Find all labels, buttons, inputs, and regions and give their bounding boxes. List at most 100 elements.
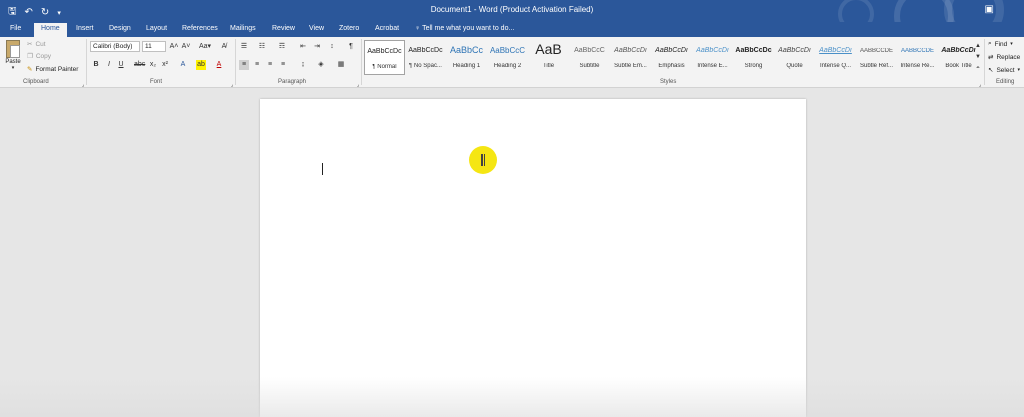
font-size-select[interactable]: 11 <box>142 41 166 52</box>
find-button[interactable]: ⌕ Find ▾ <box>988 40 1013 48</box>
tab-view[interactable]: View <box>309 24 324 33</box>
style-name: Intense Re... <box>900 63 935 69</box>
style-sample: AaBbCcDı <box>778 47 811 54</box>
underline-icon[interactable]: U <box>116 60 126 70</box>
multilevel-list-icon[interactable]: ☶ <box>277 42 287 52</box>
style-heading-2[interactable]: AaBbCcC Heading 2 <box>487 40 528 75</box>
style-sample: AaBbCcDı <box>614 47 647 54</box>
align-center-icon[interactable]: ≡ <box>252 60 262 70</box>
style-quote[interactable]: AaBbCcDı Quote <box>774 40 815 75</box>
style-subtle-emphasis[interactable]: AaBbCcDı Subtle Em... <box>610 40 651 75</box>
clear-formatting-icon[interactable]: A̸ <box>219 42 229 52</box>
search-icon: ⌕ <box>988 40 992 47</box>
decrease-indent-icon[interactable]: ⇤ <box>298 42 308 52</box>
style-title[interactable]: AaB Title <box>528 40 569 75</box>
style-name: Strong <box>744 63 763 69</box>
select-label: Select <box>996 66 1015 74</box>
ibeam-cursor-icon <box>481 154 485 166</box>
style-name: Subtle Ref... <box>859 63 894 69</box>
cut-button[interactable]: ✂ Cut <box>27 40 46 49</box>
font-family-select[interactable]: Calibri (Body) <box>90 41 140 52</box>
gallery-scroll-up-icon[interactable]: ▲ <box>973 41 983 51</box>
chevron-down-icon[interactable]: ▾ <box>5 65 21 71</box>
style-sample: AaBbCcDc <box>367 48 402 55</box>
align-right-icon[interactable]: ≡ <box>265 60 275 70</box>
tab-design[interactable]: Design <box>109 24 131 33</box>
document-page[interactable] <box>260 99 806 417</box>
style-intense-reference[interactable]: AABBCCDE Intense Re... <box>897 40 938 75</box>
cut-label: Cut <box>35 40 46 48</box>
style-intense-emphasis[interactable]: AaBbCcDı Intense E... <box>692 40 733 75</box>
bold-icon[interactable]: B <box>91 60 101 70</box>
tab-insert[interactable]: Insert <box>76 24 94 33</box>
style-sample: AaBbCcC <box>574 47 605 54</box>
style-name: ¶ No Spac... <box>409 63 442 69</box>
line-spacing-icon[interactable]: ↨ <box>298 60 308 70</box>
style-normal[interactable]: AaBbCcDc ¶ Normal <box>364 40 405 75</box>
title-decoration <box>838 0 874 22</box>
style-heading-1[interactable]: AaBbCc Heading 1 <box>446 40 487 75</box>
font-group-label: Font <box>150 79 163 85</box>
pilcrow-icon[interactable]: ¶ <box>346 42 356 52</box>
subscript-icon[interactable]: x₂ <box>148 60 158 70</box>
style-intense-quote[interactable]: AaBbCcDı Intense Q... <box>815 40 856 75</box>
tab-file[interactable]: File <box>10 24 21 33</box>
highlight-color-icon[interactable]: ab <box>196 60 206 70</box>
shrink-font-icon[interactable]: A˅ <box>181 42 191 52</box>
style-sample: AaBbCc <box>449 45 484 55</box>
ribbon-tabs: File Home Insert Design Layout Reference… <box>0 22 1024 37</box>
sort-icon[interactable]: ↕ <box>327 42 337 52</box>
style-name: Subtle Em... <box>614 63 647 69</box>
justify-icon[interactable]: ≡ <box>278 60 288 70</box>
tab-zotero[interactable]: Zotero <box>339 24 359 33</box>
tab-references[interactable]: References <box>182 24 218 33</box>
italic-icon[interactable]: I <box>104 60 114 70</box>
tab-review[interactable]: Review <box>272 24 295 33</box>
style-no-spacing[interactable]: AaBbCcDc ¶ No Spac... <box>405 40 446 75</box>
format-painter-label: Format Painter <box>35 65 79 73</box>
style-name: ¶ Normal <box>372 64 397 70</box>
styles-gallery: AaBbCcDc ¶ Normal AaBbCcDc ¶ No Spac... Aa… <box>364 40 976 75</box>
format-painter-button[interactable]: ✎ Format Painter <box>27 65 79 74</box>
replace-button[interactable]: ⇄ Replace <box>988 53 1021 62</box>
style-sample: AaBbCcDı <box>819 47 852 54</box>
tab-home[interactable]: Home <box>34 23 67 37</box>
shading-icon[interactable]: ◈ <box>316 60 326 70</box>
tab-mailings[interactable]: Mailings <box>230 24 256 33</box>
change-case-icon[interactable]: Aa▾ <box>197 42 213 52</box>
style-strong[interactable]: AaBbCcDc Strong <box>733 40 774 75</box>
replace-label: Replace <box>996 53 1021 61</box>
numbering-icon[interactable]: ☷ <box>257 42 267 52</box>
ribbon-display-options-icon[interactable]: ▣ <box>985 4 994 15</box>
tab-layout[interactable]: Layout <box>146 24 167 33</box>
style-name: Intense E... <box>697 63 728 69</box>
style-name: Intense Q... <box>819 63 852 69</box>
tab-acrobat[interactable]: Acrobat <box>375 24 399 33</box>
style-emphasis[interactable]: AaBbCcDı Emphasis <box>651 40 692 75</box>
tell-me-search[interactable]: ♀ Tell me what you want to do... <box>415 25 514 32</box>
paste-button[interactable]: Paste ▾ <box>5 40 21 71</box>
increase-indent-icon[interactable]: ⇥ <box>312 42 322 52</box>
superscript-icon[interactable]: x² <box>160 60 170 70</box>
copy-button[interactable]: ❐ Copy <box>27 52 51 61</box>
group-divider <box>86 39 87 85</box>
font-color-icon[interactable]: A <box>214 60 224 70</box>
style-subtle-reference[interactable]: AABBCCDE Subtle Ref... <box>856 40 897 75</box>
style-subtitle[interactable]: AaBbCcC Subtitle <box>569 40 610 75</box>
gallery-more-icon[interactable]: ⩡ <box>973 63 983 73</box>
find-label: Find <box>994 40 1008 48</box>
align-left-icon[interactable]: ≡ <box>239 60 249 70</box>
text-effects-icon[interactable]: A <box>178 60 188 70</box>
group-divider <box>984 39 985 85</box>
grow-font-icon[interactable]: A˄ <box>169 42 179 52</box>
title-decoration <box>944 0 1004 22</box>
replace-icon: ⇄ <box>988 54 994 61</box>
bullets-icon[interactable]: ☰ <box>239 42 249 52</box>
style-sample: AaBbCcDı <box>696 47 729 54</box>
style-name: Title <box>542 63 555 69</box>
select-button[interactable]: ↖ Select ▾ <box>988 66 1020 75</box>
mouse-pointer-highlight <box>469 146 497 174</box>
strikethrough-icon[interactable]: abc <box>134 60 145 70</box>
gallery-scroll-down-icon[interactable]: ▼ <box>973 52 983 62</box>
borders-icon[interactable]: ▦ <box>336 60 346 70</box>
